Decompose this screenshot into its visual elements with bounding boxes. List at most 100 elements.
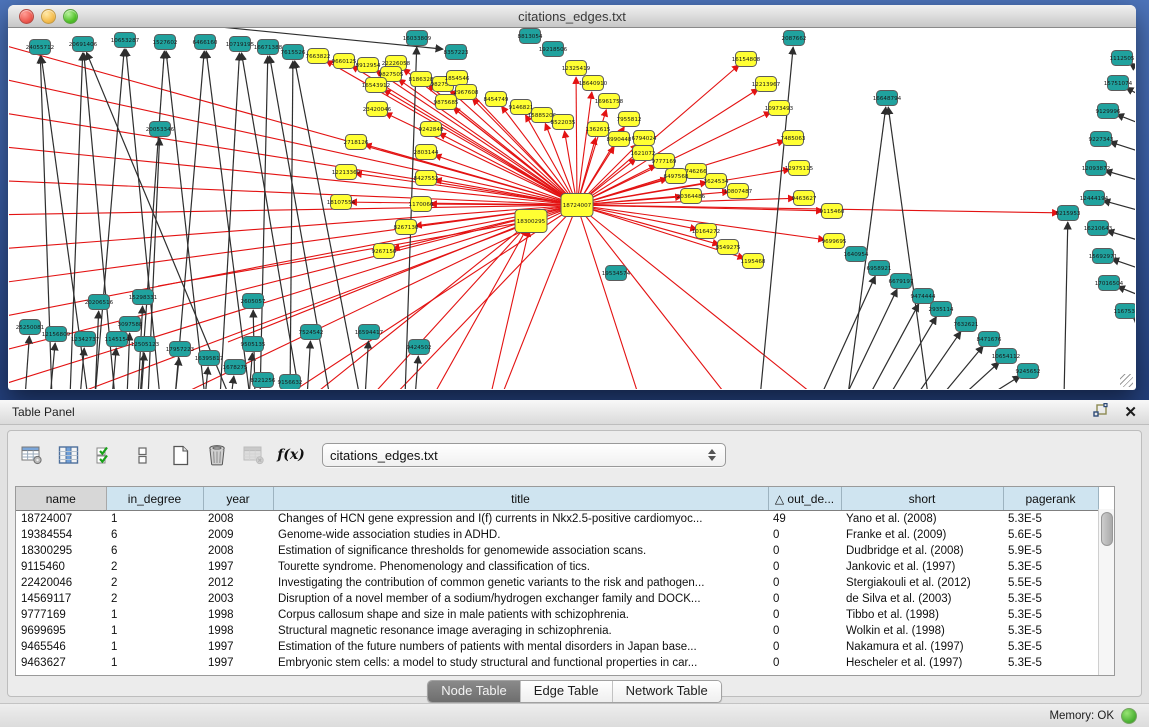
table-cell[interactable]: Disruption of a novel member of a sodium… bbox=[273, 591, 768, 607]
table-cell[interactable]: 2 bbox=[106, 559, 203, 575]
column-header[interactable]: year bbox=[203, 487, 273, 511]
new-column-icon[interactable] bbox=[166, 441, 194, 469]
table-cell[interactable]: 0 bbox=[768, 591, 841, 607]
table-cell[interactable]: Jankovic et al. (1997) bbox=[841, 559, 1003, 575]
table-cell[interactable]: Nakamura et al. (1997) bbox=[841, 639, 1003, 655]
column-header[interactable]: title bbox=[273, 487, 768, 511]
table-cell[interactable]: Dudbridge et al. (2008) bbox=[841, 543, 1003, 559]
table-cell[interactable]: 1997 bbox=[203, 559, 273, 575]
table-cell[interactable]: 6 bbox=[106, 543, 203, 559]
table-cell[interactable]: 1 bbox=[106, 639, 203, 655]
table-cell[interactable]: Investigating the contribution of common… bbox=[273, 575, 768, 591]
table-cell[interactable]: 2008 bbox=[203, 511, 273, 528]
table-cell[interactable]: 9699695 bbox=[16, 623, 106, 639]
table-cell[interactable]: 2 bbox=[106, 591, 203, 607]
table-cell[interactable]: 1 bbox=[106, 511, 203, 528]
table-cell[interactable]: 1 bbox=[106, 655, 203, 671]
table-cell[interactable]: 1997 bbox=[203, 639, 273, 655]
table-cell[interactable]: 22420046 bbox=[16, 575, 106, 591]
minimize-window-button[interactable] bbox=[41, 9, 56, 24]
column-header[interactable]: name bbox=[16, 487, 106, 511]
table-cell[interactable]: 9777169 bbox=[16, 607, 106, 623]
table-row[interactable]: 1872400712008Changes of HCN gene express… bbox=[16, 511, 1098, 528]
table-selector-dropdown[interactable]: citations_edges.txt bbox=[322, 443, 726, 467]
table-cell[interactable]: Genome-wide association studies in ADHD. bbox=[273, 527, 768, 543]
table-cell[interactable]: 2 bbox=[106, 575, 203, 591]
table-cell[interactable]: 14569117 bbox=[16, 591, 106, 607]
table-cell[interactable]: 5.6E-5 bbox=[1003, 527, 1098, 543]
table-row[interactable]: 977716911998Corpus callosum shape and si… bbox=[16, 607, 1098, 623]
table-cell[interactable]: 5.9E-5 bbox=[1003, 543, 1098, 559]
table-cell[interactable]: Yano et al. (2008) bbox=[841, 511, 1003, 528]
table-cell[interactable]: 5.5E-5 bbox=[1003, 575, 1098, 591]
tab-node-table[interactable]: Node Table bbox=[428, 681, 520, 702]
table-cell[interactable]: Franke et al. (2009) bbox=[841, 527, 1003, 543]
table-cell[interactable]: 2008 bbox=[203, 543, 273, 559]
table-cell[interactable]: 5.3E-5 bbox=[1003, 591, 1098, 607]
table-options-icon[interactable] bbox=[18, 441, 46, 469]
tab-edge-table[interactable]: Edge Table bbox=[520, 681, 612, 702]
close-panel-icon[interactable]: ✕ bbox=[1124, 405, 1137, 420]
table-cell[interactable]: 1997 bbox=[203, 655, 273, 671]
table-cell[interactable]: Tourette syndrome. Phenomenology and cla… bbox=[273, 559, 768, 575]
table-cell[interactable]: Embryonic stem cells: a model to study s… bbox=[273, 655, 768, 671]
float-panel-icon[interactable] bbox=[1093, 403, 1108, 422]
column-header[interactable]: pagerank bbox=[1003, 487, 1098, 511]
table-cell[interactable]: 0 bbox=[768, 655, 841, 671]
table-cell[interactable]: 0 bbox=[768, 607, 841, 623]
column-header[interactable]: in_degree bbox=[106, 487, 203, 511]
table-cell[interactable]: Corpus callosum shape and size in male p… bbox=[273, 607, 768, 623]
table-row[interactable]: 911546021997Tourette syndrome. Phenomeno… bbox=[16, 559, 1098, 575]
table-cell[interactable]: 2012 bbox=[203, 575, 273, 591]
table-row[interactable]: 946554611997Estimation of the future num… bbox=[16, 639, 1098, 655]
network-canvas[interactable]: 2405571220691406106532871527602646616010… bbox=[9, 28, 1135, 389]
table-cell[interactable]: 19384554 bbox=[16, 527, 106, 543]
table-row[interactable]: 1938455462009Genome-wide association stu… bbox=[16, 527, 1098, 543]
table-cell[interactable]: Structural magnetic resonance image aver… bbox=[273, 623, 768, 639]
table-cell[interactable]: 0 bbox=[768, 639, 841, 655]
table-row[interactable]: 2242004622012Investigating the contribut… bbox=[16, 575, 1098, 591]
table-cell[interactable]: 5.3E-5 bbox=[1003, 623, 1098, 639]
table-cell[interactable]: 0 bbox=[768, 559, 841, 575]
table-cell[interactable]: de Silva et al. (2003) bbox=[841, 591, 1003, 607]
table-cell[interactable]: 5.3E-5 bbox=[1003, 607, 1098, 623]
row-selection-icon[interactable] bbox=[92, 441, 120, 469]
table-row[interactable]: 969969511998Structural magnetic resonanc… bbox=[16, 623, 1098, 639]
tab-network-table[interactable]: Network Table bbox=[612, 681, 721, 702]
table-row[interactable]: 1830029562008Estimation of significance … bbox=[16, 543, 1098, 559]
table-cell[interactable]: 5.3E-5 bbox=[1003, 511, 1098, 528]
table-scrollbar-thumb[interactable] bbox=[1101, 512, 1113, 546]
table-cell[interactable]: 0 bbox=[768, 527, 841, 543]
close-window-button[interactable] bbox=[19, 9, 34, 24]
table-cell[interactable]: 2009 bbox=[203, 527, 273, 543]
delete-icon[interactable] bbox=[203, 441, 231, 469]
table-row[interactable]: 946362711997Embryonic stem cells: a mode… bbox=[16, 655, 1098, 671]
table-cell[interactable]: 9115460 bbox=[16, 559, 106, 575]
column-visibility-icon[interactable] bbox=[55, 441, 83, 469]
table-cell[interactable]: 0 bbox=[768, 575, 841, 591]
table-cell[interactable]: 5.3E-5 bbox=[1003, 655, 1098, 671]
table-cell[interactable]: Estimation of significance thresholds fo… bbox=[273, 543, 768, 559]
delete-table-icon[interactable] bbox=[240, 441, 268, 469]
table-cell[interactable]: 0 bbox=[768, 543, 841, 559]
column-header[interactable]: short bbox=[841, 487, 1003, 511]
row-height-icon[interactable] bbox=[129, 441, 157, 469]
table-cell[interactable]: Changes of HCN gene expression and I(f) … bbox=[273, 511, 768, 528]
zoom-window-button[interactable] bbox=[63, 9, 78, 24]
table-cell[interactable]: 5.3E-5 bbox=[1003, 559, 1098, 575]
window-resize-grip[interactable] bbox=[1120, 374, 1133, 387]
table-cell[interactable]: 0 bbox=[768, 623, 841, 639]
table-scrollbar[interactable] bbox=[1098, 509, 1114, 675]
table-cell[interactable]: 2003 bbox=[203, 591, 273, 607]
table-cell[interactable]: 1998 bbox=[203, 623, 273, 639]
table-cell[interactable]: Wolkin et al. (1998) bbox=[841, 623, 1003, 639]
network-graph[interactable]: 2405571220691406106532871527602646616010… bbox=[9, 28, 1135, 389]
table-cell[interactable]: 5.3E-5 bbox=[1003, 639, 1098, 655]
table-cell[interactable]: 1 bbox=[106, 623, 203, 639]
table-row[interactable]: 1456911722003Disruption of a novel membe… bbox=[16, 591, 1098, 607]
table-cell[interactable]: 1998 bbox=[203, 607, 273, 623]
table-cell[interactable]: 6 bbox=[106, 527, 203, 543]
function-builder-icon[interactable]: f(x) bbox=[277, 441, 305, 469]
column-header[interactable]: △ out_de... bbox=[768, 487, 841, 511]
table-cell[interactable]: Estimation of the future numbers of pati… bbox=[273, 639, 768, 655]
